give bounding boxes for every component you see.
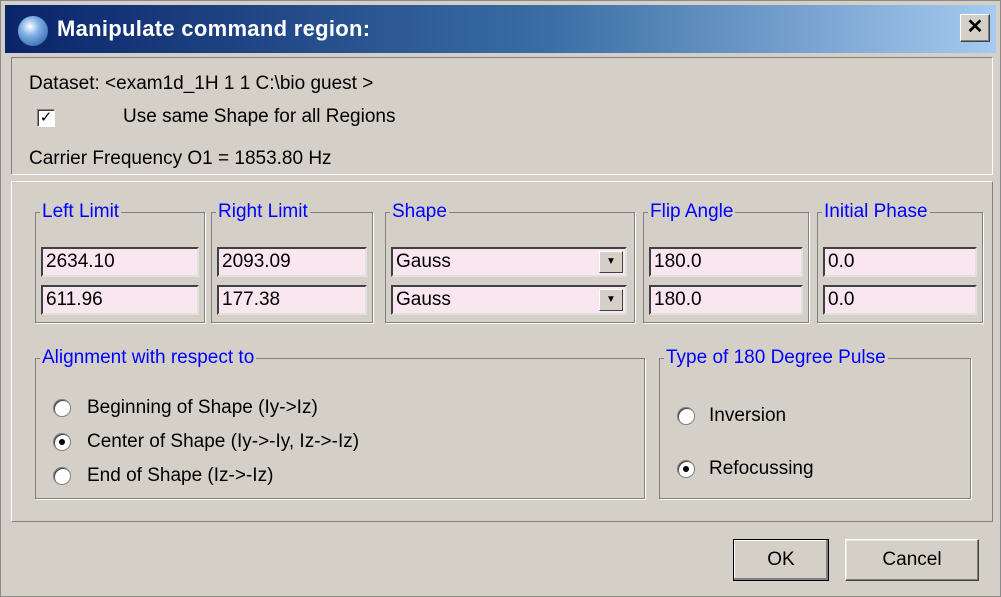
window-title: Manipulate command region: [57, 16, 371, 41]
shape-select-2[interactable]: Gauss ▼ [391, 285, 627, 315]
chevron-down-icon[interactable]: ▼ [599, 251, 623, 273]
shape-select-value: Gauss [396, 289, 451, 310]
dialog-window: Manipulate command region: ✕ Dataset: <e… [0, 0, 1001, 597]
carrier-frequency: Carrier Frequency O1 = 1853.80 Hz [29, 148, 332, 169]
align-center-radio[interactable] [53, 433, 71, 451]
initial-phase-field-1[interactable]: 0.0 [823, 247, 977, 277]
dataset-label: Dataset: <exam1d_1H 1 1 C:\bio guest > [29, 73, 374, 94]
title-bar[interactable]: Manipulate command region: ✕ [5, 5, 996, 53]
flip-angle-field-1[interactable]: 180.0 [649, 247, 803, 277]
right-limit-field-1[interactable]: 2093.09 [217, 247, 367, 277]
refocussing-label[interactable]: Refocussing [709, 458, 814, 480]
pulse-type-group: Type of 180 Degree Pulse [659, 347, 971, 499]
shape-header: Shape [392, 201, 447, 222]
chevron-down-icon[interactable]: ▼ [599, 289, 623, 311]
align-center-label[interactable]: Center of Shape (Iy->-Iy, Iz->-Iz) [87, 431, 359, 453]
same-shape-label: Use same Shape for all Regions [123, 106, 396, 127]
flip-angle-field-2[interactable]: 180.0 [649, 285, 803, 315]
left-limit-header: Left Limit [42, 201, 120, 222]
same-shape-checkbox[interactable]: ✓ [37, 109, 55, 127]
refocussing-radio[interactable] [677, 460, 695, 478]
left-limit-field-2[interactable]: 611.96 [41, 285, 199, 315]
shape-select-value: Gauss [396, 251, 451, 272]
initial-phase-header: Initial Phase [824, 201, 928, 222]
inversion-label[interactable]: Inversion [709, 405, 786, 427]
alignment-header: Alignment with respect to [42, 347, 255, 368]
initial-phase-field-2[interactable]: 0.0 [823, 285, 977, 315]
inversion-radio[interactable] [677, 407, 695, 425]
align-end-label[interactable]: End of Shape (Iz->-Iz) [87, 465, 273, 487]
ok-button[interactable]: OK [733, 539, 829, 581]
shape-select-1[interactable]: Gauss ▼ [391, 247, 627, 277]
close-button[interactable]: ✕ [960, 14, 990, 42]
left-limit-field-1[interactable]: 2634.10 [41, 247, 199, 277]
align-beginning-label[interactable]: Beginning of Shape (Iy->Iz) [87, 397, 318, 419]
right-limit-header: Right Limit [218, 201, 308, 222]
align-beginning-radio[interactable] [53, 399, 71, 417]
flip-angle-header: Flip Angle [650, 201, 734, 222]
cancel-button[interactable]: Cancel [845, 539, 979, 581]
app-logo-icon [17, 15, 49, 47]
right-limit-field-2[interactable]: 177.38 [217, 285, 367, 315]
pulse-type-header: Type of 180 Degree Pulse [666, 347, 886, 368]
align-end-radio[interactable] [53, 467, 71, 485]
